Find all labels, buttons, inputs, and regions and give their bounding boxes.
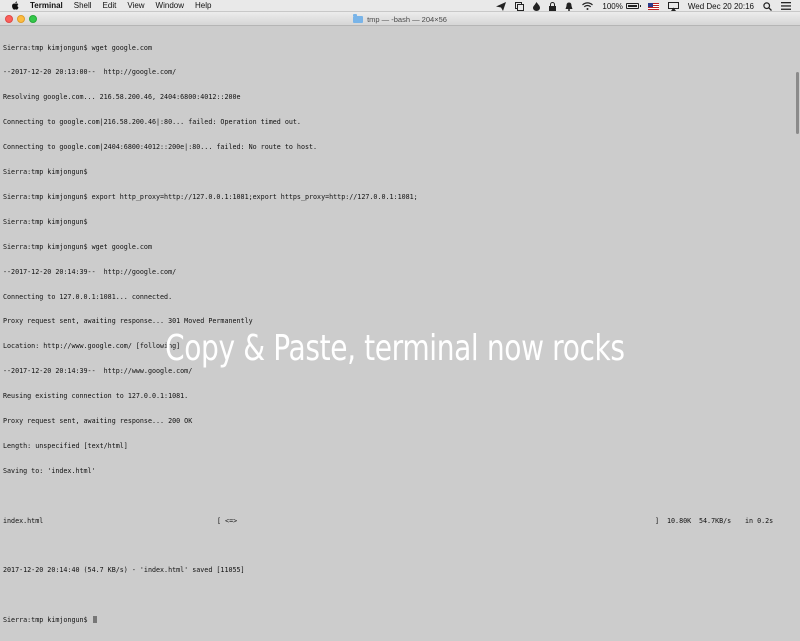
wifi-icon[interactable] [582,0,594,12]
terminal-line: Sierra:tmp kimjongun$ [3,168,88,177]
flame-icon[interactable] [533,0,541,12]
terminal-line: Saving to: 'index.html' [3,466,96,475]
menu-window[interactable]: Window [156,0,184,12]
terminal-line: Sierra:tmp kimjongun$ export http_proxy=… [3,192,418,201]
progress-bar: [ <=> [217,516,238,525]
terminal-line: Proxy request sent, awaiting response...… [3,317,253,326]
window-title: tmp — -bash — 204×56 [0,12,800,26]
terminal-line: --2017-12-20 20:14:39-- http://google.co… [3,267,177,276]
battery-percent: 100% [602,1,623,11]
terminal-line: --2017-12-20 20:13:00-- http://google.co… [3,68,177,77]
progress-rate: 54.7KB/s [699,516,732,525]
status-area: 100% Wed Dec 20 20:16 [496,0,800,12]
prompt-line: Sierra:tmp kimjongun$ [3,616,793,624]
copy-icon[interactable] [515,0,525,12]
search-icon[interactable] [763,0,772,12]
terminal-line: 2017-12-20 20:14:40 (54.7 KB/s) - 'index… [3,566,245,575]
scrollbar[interactable] [795,26,800,500]
menu-shell[interactable]: Shell [74,0,92,12]
terminal-line: Length: unspecified [text/html] [3,441,128,450]
send-icon[interactable] [496,0,507,12]
list-icon[interactable] [781,0,791,12]
lock-icon[interactable] [549,0,557,12]
progress-filename: index.html [3,516,44,525]
terminal-line: Sierra:tmp kimjongun$ wget google.com [3,242,152,251]
menu-edit[interactable]: Edit [103,0,117,12]
bell-icon[interactable] [565,0,573,12]
progress-size: 10.80K [667,516,692,525]
datetime[interactable]: Wed Dec 20 20:16 [688,0,754,12]
terminal-line: Resolving google.com... 216.58.200.46, 2… [3,93,241,102]
folder-icon [353,13,364,23]
window-title-text: tmp — -bash — 204×56 [367,14,447,24]
terminal-line: Connecting to google.com|2404:6800:4012:… [3,143,318,152]
terminal-line: Sierra:tmp kimjongun$ [3,217,88,226]
download-progress: index.html [ <=> ] 10.80K 54.7KB/s in 0.… [3,517,793,525]
menu-terminal[interactable]: Terminal [30,0,63,12]
prompt: Sierra:tmp kimjongun$ [3,616,88,625]
overlay-caption: Copy & Paste, terminal now rocks [165,328,625,369]
terminal-line: Connecting to google.com|216.58.200.46|:… [3,118,301,127]
terminal-line: Reusing existing connection to 127.0.0.1… [3,392,189,401]
terminal-line: Connecting to 127.0.0.1:1081... connecte… [3,292,173,301]
menu-help[interactable]: Help [195,0,211,12]
terminal-line: Sierra:tmp kimjongun$ wget google.com [3,43,152,52]
title-bar[interactable]: tmp — -bash — 204×56 [0,12,800,26]
menu-view[interactable]: View [127,0,144,12]
battery-icon [625,3,641,9]
flag-icon[interactable] [647,0,659,12]
apple-icon[interactable] [11,1,21,11]
progress-time: in 0.2s [745,516,774,525]
battery-level-fill [627,5,637,7]
battery-indicator[interactable]: 100% [602,0,641,12]
terminal-window: tmp — -bash — 204×56 Sierra:tmp kimjongu… [0,12,800,624]
scrollbar-thumb[interactable] [796,72,799,134]
menu-bar: Terminal Shell Edit View Window Help 100… [0,0,800,12]
progress-bar-end: ] [655,516,660,525]
text-cursor [92,616,97,624]
terminal-line: Proxy request sent, awaiting response...… [3,416,193,425]
airplay-icon[interactable] [667,0,679,12]
